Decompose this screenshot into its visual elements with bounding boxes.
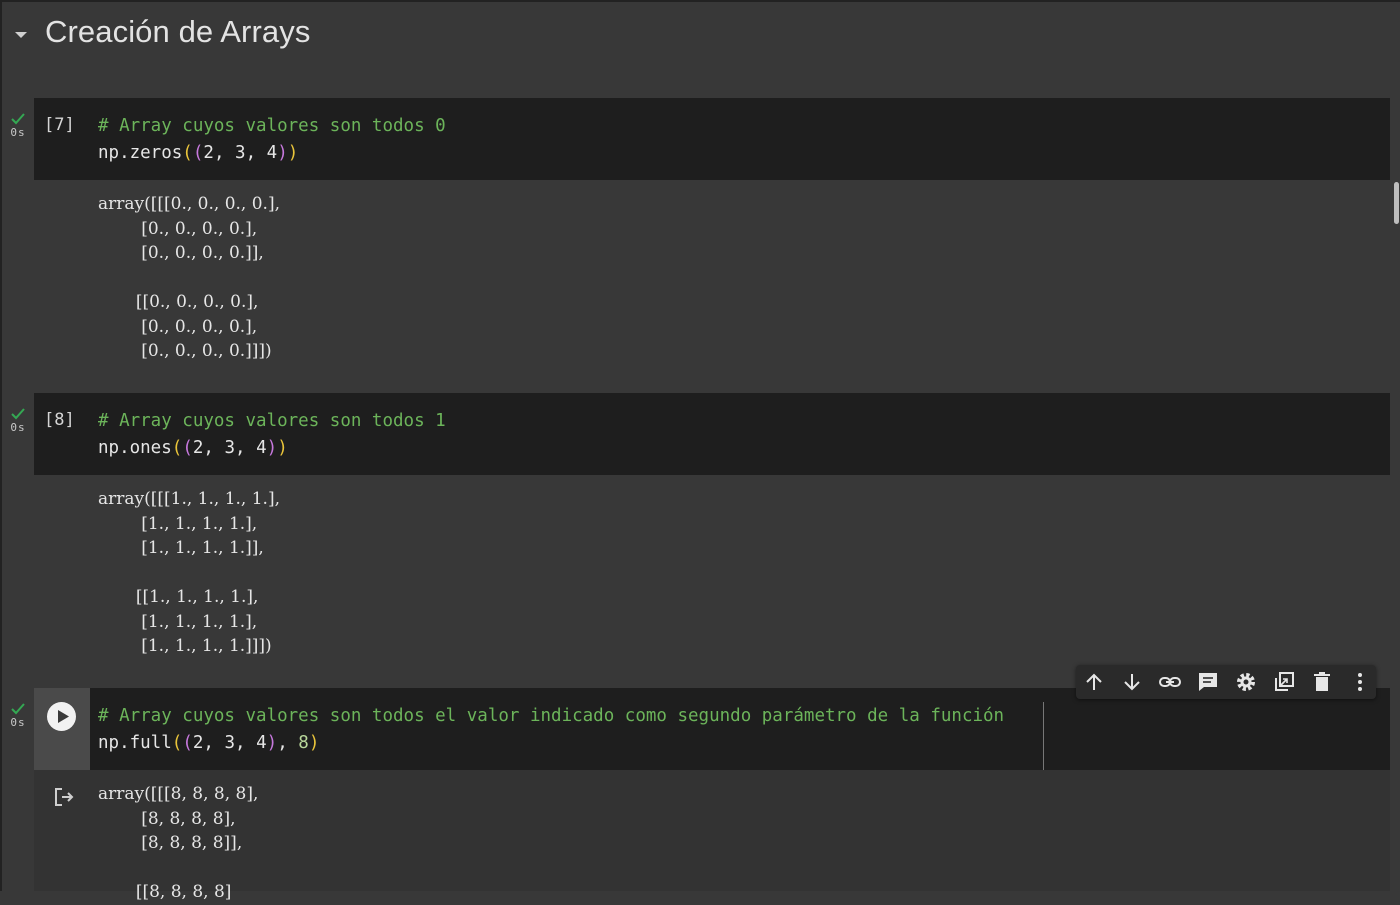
code-comment: # Array cuyos valores son todos el valor… [98,706,1005,726]
add-comment-button[interactable] [1196,670,1220,694]
play-icon [58,710,69,723]
code-cell-2[interactable]: 0s [8] # Array cuyos valores son todos 1… [10,393,1390,683]
section-header: Creación de Arrays [0,0,1400,70]
cell-settings-button[interactable] [1234,670,1258,694]
link-icon [1159,677,1181,687]
output-actions-icon[interactable] [52,786,76,808]
code-arg: 4 [266,143,278,163]
code-arg: 4 [256,438,267,458]
copy-link-button[interactable] [1158,670,1182,694]
comment-icon [1199,673,1217,691]
cell-output: array([[[8, 8, 8, 8], [8, 8, 8, 8], [8, … [98,784,259,902]
code-function: np.ones [98,438,172,458]
code-arg: 3 [224,438,236,458]
code-editor[interactable]: [7] # Array cuyos valores son todos 0 np… [34,98,1390,180]
code-arg: 2 [192,438,204,458]
code-arg: 8 [298,733,309,753]
delete-cell-button[interactable] [1310,670,1334,694]
cell-output: array([[[1., 1., 1., 1.], [1., 1., 1., 1… [98,489,280,656]
gear-icon [1237,673,1255,691]
code-cell-1[interactable]: 0s [7] # Array cuyos valores son todos 0… [10,98,1390,388]
cell-status: 0s [8,703,28,729]
cell-output: array([[[0., 0., 0., 0.], [0., 0., 0., 0… [98,194,280,361]
cell-status: 0s [8,113,28,139]
code-cell-3[interactable]: 0s # Array cuyos valores son todos el va… [10,688,1390,902]
code-arg: 2 [192,733,204,753]
execution-count: [7] [44,115,75,135]
code-arg: 3 [235,143,246,163]
trash-icon [1314,672,1330,691]
check-icon [11,408,25,420]
arrow-up-icon [1086,673,1102,690]
text-cursor [1043,702,1044,770]
execution-time: 0s [10,716,26,729]
code-text[interactable]: # Array cuyos valores son todos 0 np.zer… [98,113,446,167]
code-arg: 2 [203,143,214,163]
check-icon [11,703,25,715]
cell-status: 0s [8,408,28,434]
check-icon [11,113,25,125]
code-editor[interactable]: # Array cuyos valores son todos el valor… [34,688,1390,770]
arrow-down-icon [1124,674,1140,691]
more-vert-icon [1358,673,1362,691]
code-arg: 4 [256,733,267,753]
execution-time: 0s [10,421,26,434]
scrollbar-track[interactable] [1392,180,1400,891]
code-comment: # Array cuyos valores son todos 1 [98,411,446,431]
code-editor[interactable]: [8] # Array cuyos valores son todos 1 np… [34,393,1390,475]
cell-toolbar [1076,665,1376,699]
run-cell-button[interactable] [47,702,76,731]
code-text[interactable]: # Array cuyos valores son todos 1 np.one… [98,408,446,462]
execution-time: 0s [10,126,26,139]
frame-left-border [0,0,2,891]
code-arg: 3 [224,733,236,753]
move-up-button[interactable] [1082,670,1106,694]
code-function: np.zeros [98,143,183,163]
code-function: np.full [98,733,172,753]
code-comment: # Array cuyos valores son todos 0 [98,116,446,136]
more-options-button[interactable] [1348,670,1372,694]
execution-count: [8] [44,410,75,430]
scrollbar-thumb[interactable] [1394,182,1399,224]
section-title: Creación de Arrays [45,14,311,49]
mirror-cell-icon [1275,672,1294,691]
collapse-caret-icon[interactable] [12,28,30,42]
move-down-button[interactable] [1120,670,1144,694]
run-gutter [34,688,90,770]
mirror-cell-button[interactable] [1272,670,1296,694]
code-text[interactable]: # Array cuyos valores son todos el valor… [98,703,1004,757]
